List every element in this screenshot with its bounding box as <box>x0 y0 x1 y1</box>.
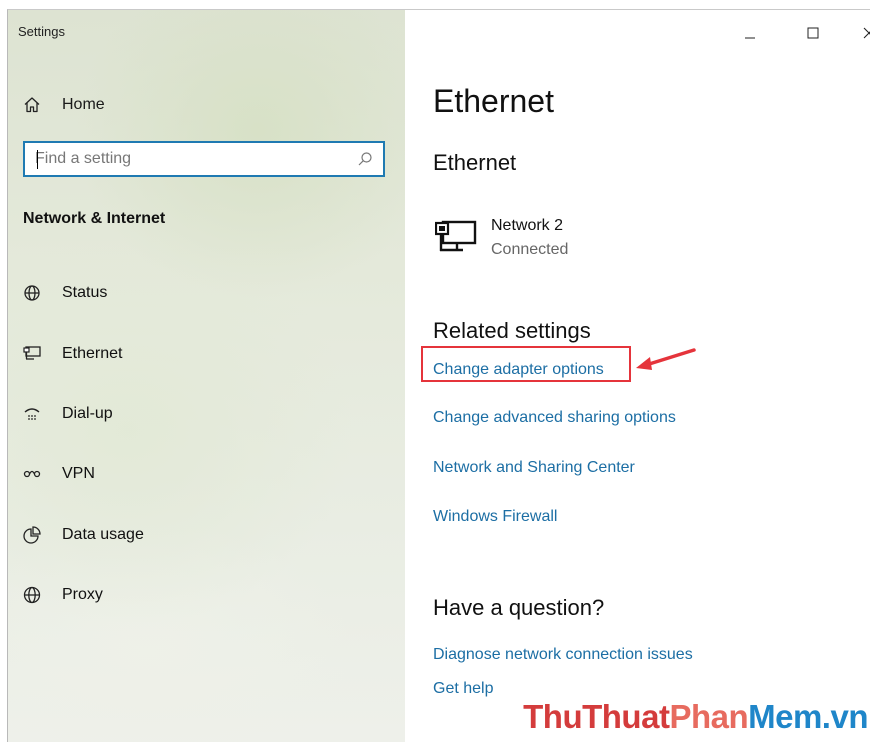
network-sharing-center-link[interactable]: Network and Sharing Center <box>433 459 635 477</box>
related-settings-title: Related settings <box>433 318 591 343</box>
change-advanced-sharing-link[interactable]: Change advanced sharing options <box>433 409 676 427</box>
sidebar-item-label: Status <box>62 284 108 301</box>
sidebar-item-label: Dial-up <box>62 405 113 422</box>
data-usage-icon <box>22 525 42 545</box>
page-title: Ethernet <box>433 83 554 119</box>
sidebar-item-label: Data usage <box>62 526 144 543</box>
network-name: Network 2 <box>491 217 564 234</box>
minimize-button[interactable] <box>730 18 770 48</box>
sidebar-item-label: VPN <box>62 465 95 482</box>
network-status: Connected <box>491 241 569 258</box>
proxy-globe-icon <box>22 585 42 605</box>
close-icon <box>863 27 870 39</box>
home-icon <box>24 97 40 113</box>
search-input[interactable] <box>35 143 345 175</box>
close-button[interactable] <box>849 18 870 48</box>
red-arrow-annotation <box>636 348 696 370</box>
ethernet-icon <box>22 344 42 364</box>
watermark-part2: Phan <box>669 698 749 735</box>
sidebar-item-label: Ethernet <box>62 345 123 362</box>
sidebar-item-dial-up[interactable]: Dial-up <box>22 401 113 427</box>
minimize-icon <box>745 37 755 39</box>
text-caret <box>37 150 38 169</box>
highlight-box <box>421 346 631 382</box>
have-a-question-title: Have a question? <box>433 595 605 620</box>
sidebar-section-title: Network & Internet <box>23 210 166 227</box>
maximize-icon <box>807 27 819 39</box>
maximize-button[interactable] <box>793 18 833 48</box>
sidebar-item-proxy[interactable]: Proxy <box>22 582 103 608</box>
diagnose-network-link[interactable]: Diagnose network connection issues <box>433 646 693 664</box>
dial-up-icon <box>22 404 42 424</box>
sidebar: Settings Home Network & Internet <box>8 10 405 742</box>
sidebar-item-vpn[interactable]: VPN <box>22 461 95 487</box>
get-help-link[interactable]: Get help <box>433 680 493 698</box>
sidebar-item-ethernet[interactable]: Ethernet <box>22 341 122 367</box>
network-info: Network 2 Connected <box>491 215 568 261</box>
watermark: ThuThuatPhanMem.vn <box>523 698 868 736</box>
status-globe-icon <box>22 283 42 303</box>
sidebar-item-status[interactable]: Status <box>22 280 107 306</box>
home-label: Home <box>62 96 105 113</box>
app-title: Settings <box>18 24 65 39</box>
ethernet-network-icon <box>435 220 477 252</box>
vpn-icon <box>22 464 42 484</box>
sidebar-item-data-usage[interactable]: Data usage <box>22 522 144 548</box>
watermark-part1: ThuThuat <box>523 698 670 735</box>
search-icon[interactable] <box>357 151 373 167</box>
section-title-ethernet: Ethernet <box>433 150 517 175</box>
sidebar-home[interactable]: Home <box>22 93 105 117</box>
search-box[interactable] <box>23 141 385 177</box>
watermark-part3: Mem.vn <box>748 698 868 735</box>
windows-firewall-link[interactable]: Windows Firewall <box>433 508 557 526</box>
network-entry[interactable]: Network 2 Connected <box>435 215 568 261</box>
sidebar-item-label: Proxy <box>62 586 103 603</box>
